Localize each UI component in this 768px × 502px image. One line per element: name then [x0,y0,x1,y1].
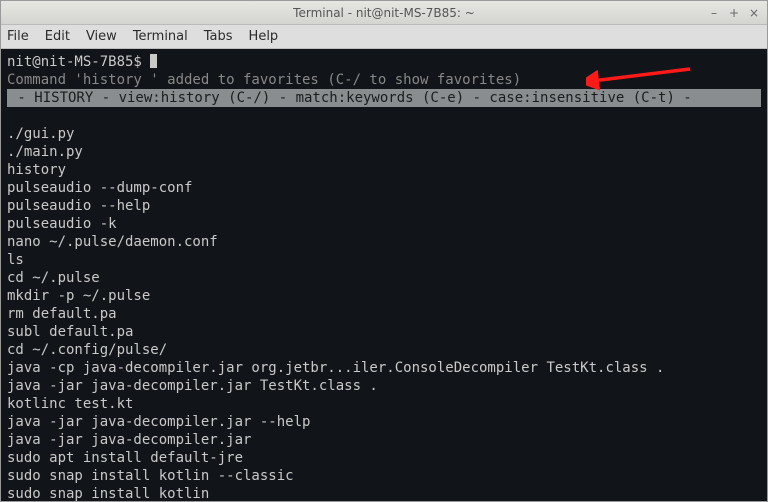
favorites-message: Command 'history ' added to favorites (C… [7,72,521,88]
history-line[interactable]: ./main.py [7,144,83,160]
history-line[interactable]: sudo apt install default-jre [7,450,243,466]
history-line[interactable]: nano ~/.pulse/daemon.conf [7,234,218,250]
menu-edit[interactable]: Edit [45,29,70,44]
history-line[interactable]: java -cp java-decompiler.jar org.jetbr..… [7,360,664,376]
close-button[interactable]: × [747,6,761,20]
history-line[interactable]: rm default.pa [7,306,117,322]
maximize-button[interactable]: + [727,6,741,20]
history-line[interactable]: mkdir -p ~/.pulse [7,288,150,304]
history-line[interactable]: kotlinc test.kt [7,396,133,412]
window-controls: – + × [707,6,767,20]
history-line[interactable]: sudo snap install kotlin --classic [7,468,294,484]
titlebar[interactable]: Terminal - nit@nit-MS-7B85: ~ – + × [1,1,767,25]
menu-file[interactable]: File [7,29,29,44]
history-line[interactable]: java -jar java-decompiler.jar --help [7,414,310,430]
window-title: Terminal - nit@nit-MS-7B85: ~ [1,6,767,20]
history-line[interactable]: pulseaudio --help [7,198,150,214]
terminal-window: Terminal - nit@nit-MS-7B85: ~ – + × File… [0,0,768,502]
history-line[interactable]: pulseaudio --dump-conf [7,180,192,196]
history-line[interactable]: ./gui.py [7,126,74,142]
history-line[interactable]: cd ~/.config/pulse/ [7,342,167,358]
history-line[interactable]: cd ~/.pulse [7,270,100,286]
history-line[interactable]: java -jar java-decompiler.jar [7,432,251,448]
terminal-area[interactable]: nit@nit-MS-7B85$ Command 'history ' adde… [1,49,767,501]
history-line[interactable]: pulseaudio -k [7,216,117,232]
menu-tabs[interactable]: Tabs [204,29,233,44]
history-line[interactable]: java -jar java-decompiler.jar TestKt.cla… [7,378,378,394]
shell-prompt: nit@nit-MS-7B85$ [7,54,150,70]
history-line[interactable]: history [7,162,66,178]
menubar: File Edit View Terminal Tabs Help [1,25,767,49]
history-line[interactable]: ls [7,252,24,268]
history-line[interactable]: sudo snap install kotlin [7,486,209,501]
history-status-bar: - HISTORY - view:history (C-/) - match:k… [7,89,761,107]
menu-terminal[interactable]: Terminal [133,29,188,44]
text-cursor [150,54,157,68]
menu-help[interactable]: Help [249,29,279,44]
menu-view[interactable]: View [86,29,117,44]
history-line[interactable]: subl default.pa [7,324,133,340]
minimize-button[interactable]: – [707,6,721,20]
